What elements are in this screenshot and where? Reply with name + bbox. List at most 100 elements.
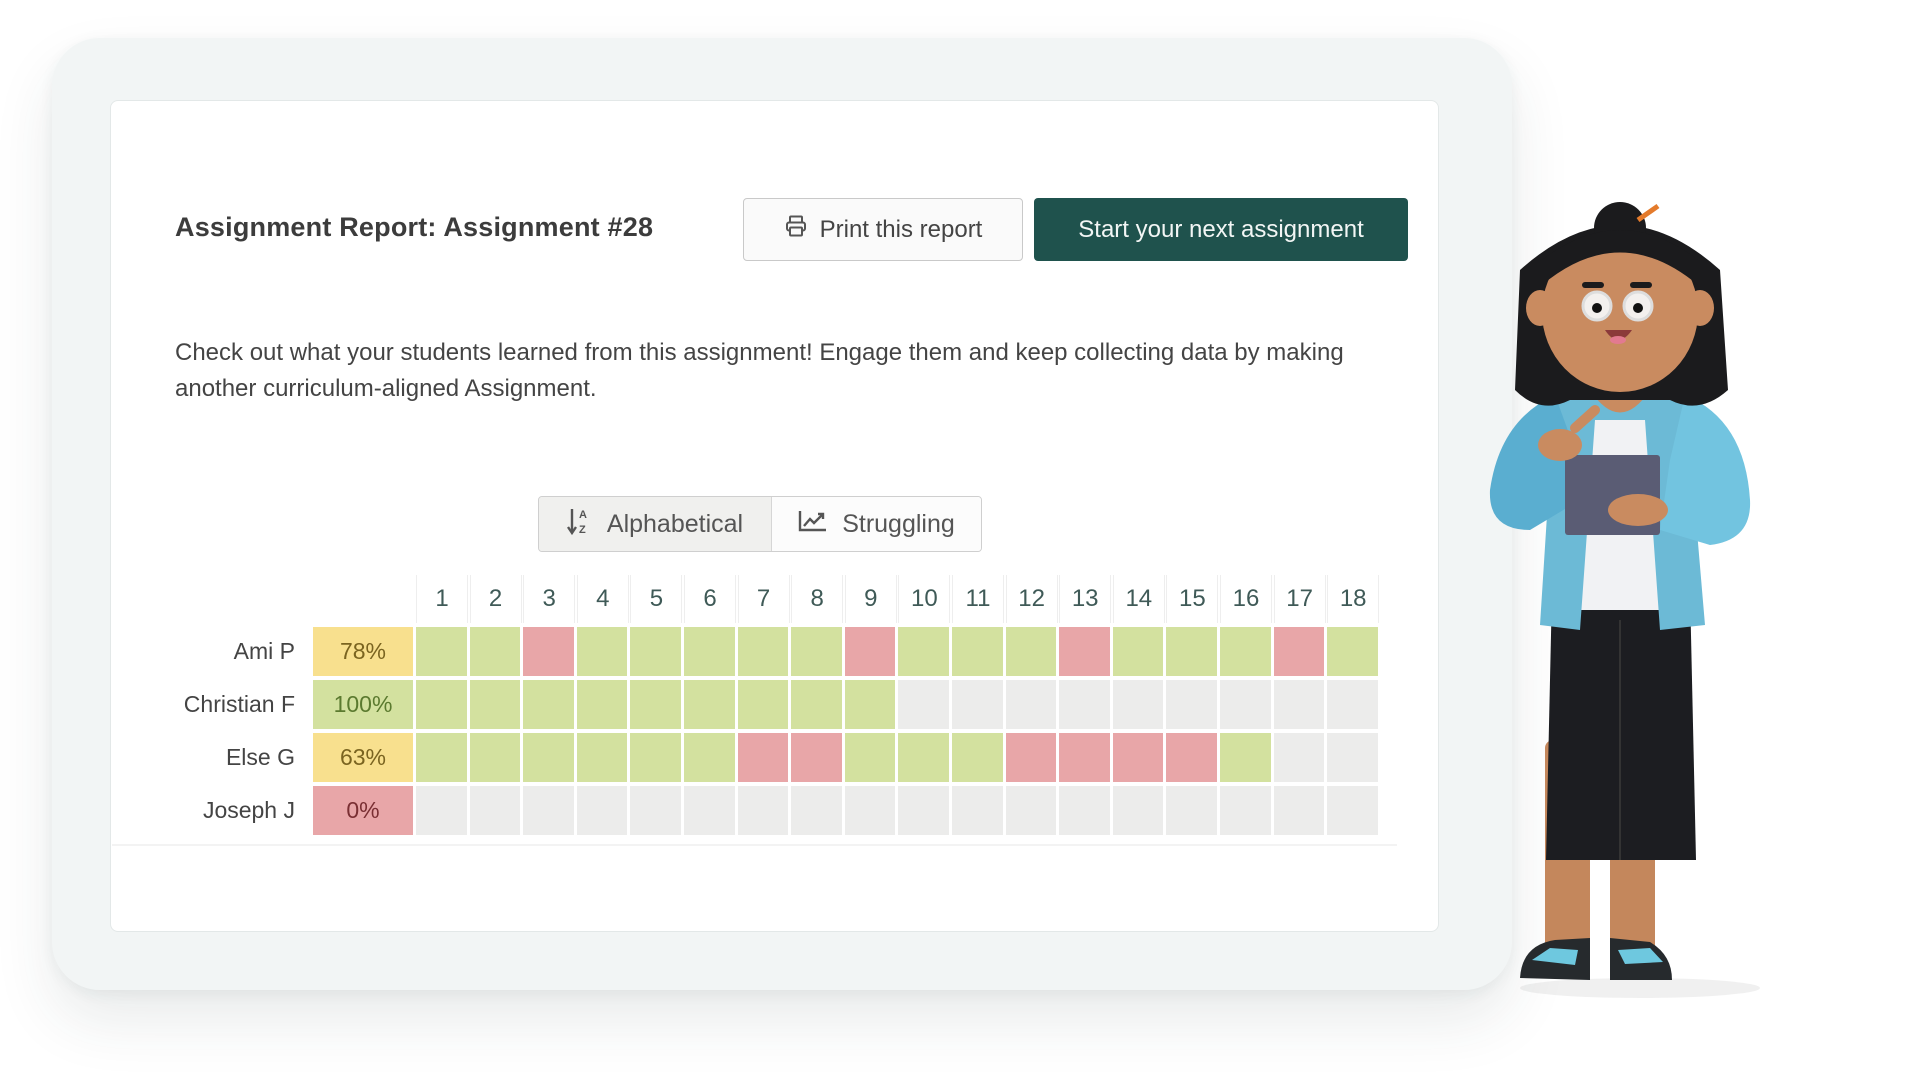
answer-cell-unanswered[interactable] <box>791 786 842 835</box>
svg-text:Z: Z <box>579 524 586 536</box>
student-name: Ami P <box>233 638 295 664</box>
answer-cell-unanswered[interactable] <box>1273 786 1325 835</box>
answer-cell-incorrect[interactable] <box>844 627 896 676</box>
answer-cell-correct[interactable] <box>898 733 949 782</box>
answer-cell-correct[interactable] <box>684 733 735 782</box>
question-header: 2 <box>469 575 522 623</box>
answer-cell-correct[interactable] <box>523 733 574 782</box>
question-header: 15 <box>1166 575 1219 623</box>
answer-cell-unanswered[interactable] <box>737 786 789 835</box>
answer-cell-correct[interactable] <box>844 680 896 729</box>
answer-cell-correct[interactable] <box>952 627 1003 676</box>
answer-cell-unanswered[interactable] <box>1166 680 1217 729</box>
answer-cell-correct[interactable] <box>737 627 789 676</box>
answer-cell-unanswered[interactable] <box>952 680 1003 729</box>
question-header: 6 <box>684 575 736 623</box>
answer-cell-unanswered[interactable] <box>1327 680 1378 729</box>
answer-cell-unanswered[interactable] <box>1220 680 1271 729</box>
answer-cell-correct[interactable] <box>684 627 735 676</box>
student-name: Else G <box>225 744 295 770</box>
answer-cell-unanswered[interactable] <box>952 786 1003 835</box>
answer-cell-incorrect[interactable] <box>791 733 842 782</box>
answer-cell-correct[interactable] <box>1220 733 1271 782</box>
answer-cell-correct[interactable] <box>844 733 896 782</box>
answer-cell-unanswered[interactable] <box>1273 680 1325 729</box>
answer-cell-unanswered[interactable] <box>1327 786 1378 835</box>
answer-cell-correct[interactable] <box>469 733 521 782</box>
answer-cell-unanswered[interactable] <box>576 786 628 835</box>
answer-cell-unanswered[interactable] <box>684 786 735 835</box>
answer-cell-unanswered[interactable] <box>898 786 949 835</box>
sort-struggling-button[interactable]: Struggling <box>772 497 981 551</box>
answer-cell-unanswered[interactable] <box>1059 680 1110 729</box>
question-header: 3 <box>523 575 576 623</box>
sort-toggle: A Z Alphabetical Struggling <box>538 496 982 552</box>
answer-cell-unanswered[interactable] <box>1327 733 1378 782</box>
answer-cell-correct[interactable] <box>737 680 789 729</box>
trend-chart-icon <box>798 509 828 540</box>
answer-cell-correct[interactable] <box>791 680 842 729</box>
answer-cell-unanswered[interactable] <box>1059 786 1110 835</box>
answer-cell-unanswered[interactable] <box>469 786 521 835</box>
answer-cell-correct[interactable] <box>416 733 467 782</box>
answer-cell-unanswered[interactable] <box>898 680 949 729</box>
question-header: 10 <box>898 575 951 623</box>
answer-cell-incorrect[interactable] <box>1273 627 1325 676</box>
answer-cell-correct[interactable] <box>523 680 574 729</box>
answer-cell-incorrect[interactable] <box>1005 733 1057 782</box>
answer-cell-correct[interactable] <box>1220 627 1271 676</box>
sort-alpha-icon: A Z <box>566 506 593 543</box>
print-report-label: Print this report <box>819 215 983 243</box>
student-score-badge: 100% <box>313 680 413 729</box>
print-report-button[interactable]: Print this report <box>743 198 1023 261</box>
answer-cell-correct[interactable] <box>469 680 521 729</box>
student-name: Joseph J <box>202 797 295 823</box>
answer-cell-incorrect[interactable] <box>1059 733 1110 782</box>
answer-cell-correct[interactable] <box>898 627 949 676</box>
answer-cell-correct[interactable] <box>630 627 681 676</box>
answer-cell-unanswered[interactable] <box>1112 786 1164 835</box>
answer-cell-incorrect[interactable] <box>737 733 789 782</box>
student-score-badge: 78% <box>313 627 413 676</box>
answer-cell-correct[interactable] <box>469 627 521 676</box>
report-description: Check out what your students learned fro… <box>175 339 1344 402</box>
answer-cell-correct[interactable] <box>576 680 628 729</box>
student-name: Christian F <box>183 691 295 717</box>
question-header: 13 <box>1059 575 1112 623</box>
answer-cell-correct[interactable] <box>1327 627 1378 676</box>
question-header: 8 <box>791 575 844 623</box>
answer-cell-unanswered[interactable] <box>1005 680 1057 729</box>
answer-cell-correct[interactable] <box>1112 627 1164 676</box>
answer-cell-unanswered[interactable] <box>1273 733 1325 782</box>
answer-cell-incorrect[interactable] <box>523 627 574 676</box>
answer-cell-unanswered[interactable] <box>416 786 467 835</box>
answer-cell-correct[interactable] <box>1005 627 1057 676</box>
answer-cell-unanswered[interactable] <box>1005 786 1057 835</box>
answer-cell-correct[interactable] <box>1166 627 1217 676</box>
start-next-assignment-button[interactable]: Start your next assignment <box>1034 198 1408 261</box>
answer-cell-unanswered[interactable] <box>844 786 896 835</box>
teacher-illustration <box>1460 200 1820 1000</box>
answer-cell-correct[interactable] <box>791 627 842 676</box>
answer-cell-correct[interactable] <box>684 680 735 729</box>
answer-cell-correct[interactable] <box>416 680 467 729</box>
sort-alphabetical-button[interactable]: A Z Alphabetical <box>539 497 772 551</box>
answer-cell-incorrect[interactable] <box>1059 627 1110 676</box>
answer-cell-correct[interactable] <box>576 733 628 782</box>
question-header: 14 <box>1112 575 1165 623</box>
answer-cell-unanswered[interactable] <box>523 786 574 835</box>
page-title: Assignment Report: Assignment #28 <box>175 212 654 242</box>
answer-cell-unanswered[interactable] <box>1220 786 1271 835</box>
answer-cell-unanswered[interactable] <box>1112 680 1164 729</box>
student-score-badge: 63% <box>313 733 413 782</box>
answer-cell-correct[interactable] <box>630 680 681 729</box>
answer-cell-correct[interactable] <box>630 733 681 782</box>
answer-cell-incorrect[interactable] <box>1112 733 1164 782</box>
answer-cell-correct[interactable] <box>952 733 1003 782</box>
answer-cell-unanswered[interactable] <box>1166 786 1217 835</box>
answer-cell-incorrect[interactable] <box>1166 733 1217 782</box>
grid-divider <box>112 844 1397 846</box>
answer-cell-correct[interactable] <box>416 627 467 676</box>
answer-cell-correct[interactable] <box>576 627 628 676</box>
answer-cell-unanswered[interactable] <box>630 786 681 835</box>
